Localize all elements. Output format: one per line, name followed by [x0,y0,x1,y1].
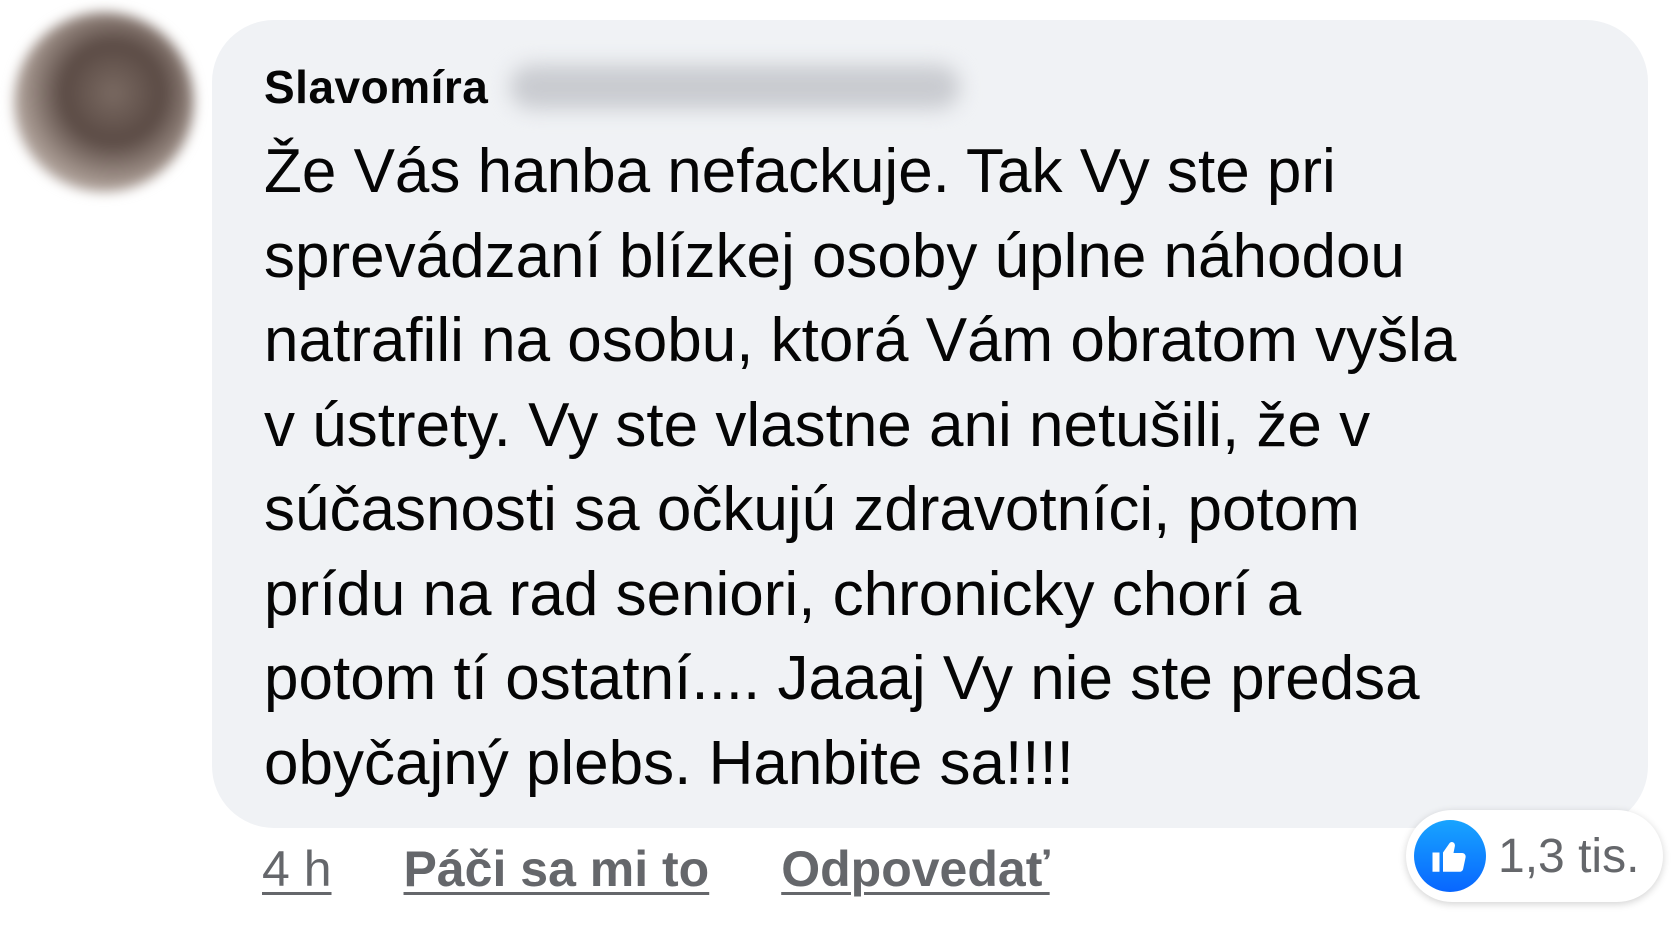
reaction-count: 1,3 tis. [1498,829,1640,883]
author-row: Slavomíra [264,60,961,114]
comment-actions: 4 h Páči sa mi to Odpovedať [262,840,1050,898]
comment-text: Že Vás hanba nefackuje. Tak Vy ste pri s… [264,137,1457,798]
redacted-surname [510,65,961,109]
comment-bubble: Slavomíra Že Vás hanba nefackuje. Tak Vy… [212,20,1648,828]
thumbs-up-icon [1414,820,1486,892]
reply-button[interactable]: Odpovedať [781,840,1049,898]
timestamp-link[interactable]: 4 h [262,840,332,898]
like-button[interactable]: Páči sa mi to [404,840,710,898]
comment: Slavomíra Že Vás hanba nefackuje. Tak Vy… [0,0,1680,945]
author-name[interactable]: Slavomíra [264,60,488,114]
reactions-badge[interactable]: 1,3 tis. [1406,810,1664,902]
avatar[interactable] [14,12,194,192]
